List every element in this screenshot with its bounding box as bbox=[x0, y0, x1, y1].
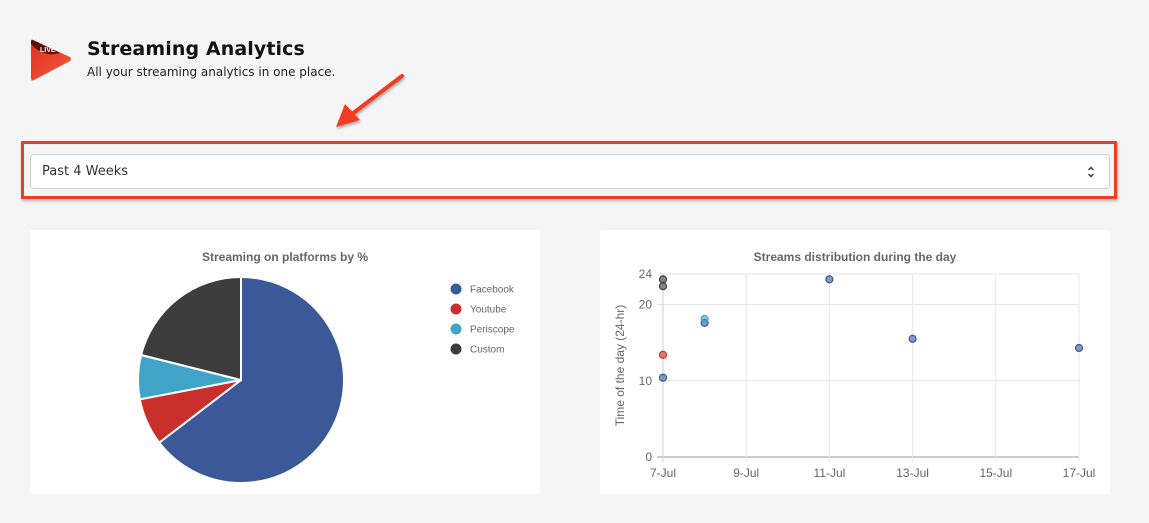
legend-swatch bbox=[450, 303, 462, 315]
x-tick-label: 17-Jul bbox=[1063, 466, 1096, 480]
data-point-youtube[interactable] bbox=[658, 350, 668, 359]
legend-item-facebook[interactable]: Facebook bbox=[450, 283, 515, 296]
legend-swatch bbox=[450, 283, 462, 295]
chevron-up-down-icon bbox=[1088, 166, 1094, 178]
y-tick-label: 0 bbox=[645, 450, 652, 464]
data-point-custom[interactable] bbox=[658, 275, 668, 284]
y-tick-label: 20 bbox=[639, 298, 653, 312]
data-point-facebook[interactable] bbox=[658, 373, 668, 382]
legend-item-periscope[interactable]: Periscope bbox=[450, 323, 515, 336]
page-title: Streaming Analytics bbox=[87, 38, 305, 60]
page-subtitle: All your streaming analytics in one plac… bbox=[87, 65, 336, 79]
streams-scatter-chart: Streams distribution during the day 0 10 2… bbox=[613, 250, 1096, 480]
legend-label: Periscope bbox=[470, 325, 515, 336]
legend-swatch bbox=[450, 343, 462, 355]
data-point-facebook[interactable] bbox=[825, 275, 834, 284]
y-tick-label: 24 bbox=[639, 267, 653, 281]
data-point-periscope[interactable] bbox=[700, 314, 709, 324]
time-range-selected-value: Past 4 Weeks bbox=[42, 164, 129, 179]
time-range-select[interactable]: Past 4 Weeks bbox=[30, 154, 1110, 189]
scatter-y-axis-label: Time of the day (24-hr) bbox=[613, 305, 627, 427]
live-logo-icon: LIVE bbox=[31, 39, 71, 81]
legend-label: Youtube bbox=[470, 305, 507, 316]
legend-label: Custom bbox=[470, 345, 504, 356]
legend-item-custom[interactable]: Custom bbox=[450, 343, 505, 356]
data-point-facebook[interactable] bbox=[908, 334, 917, 343]
logo-badge-text: LIVE bbox=[40, 47, 56, 54]
platforms-pie-card: Streaming on platforms by % Facebook Yout… bbox=[30, 230, 540, 494]
streams-scatter-card: Streams distribution during the day 0 10 2… bbox=[600, 230, 1110, 494]
annotation-arrow-icon bbox=[336, 74, 404, 127]
x-tick-label: 13-Jul bbox=[896, 466, 929, 480]
legend-label: Facebook bbox=[470, 285, 515, 296]
x-tick-label: 9-Jul bbox=[733, 466, 759, 480]
y-tick-label: 10 bbox=[639, 374, 653, 388]
data-point-facebook[interactable] bbox=[1074, 343, 1084, 353]
data-point-custom[interactable] bbox=[658, 282, 668, 291]
scatter-chart-title: Streams distribution during the day bbox=[754, 250, 957, 264]
x-tick-label: 11-Jul bbox=[814, 466, 846, 480]
legend-swatch bbox=[450, 323, 462, 335]
x-tick-label: 15-Jul bbox=[979, 466, 1012, 480]
x-tick-label: 7-Jul bbox=[650, 466, 676, 480]
platforms-pie-chart: Streaming on platforms by % Facebook Yout… bbox=[137, 250, 515, 484]
pie-chart-title: Streaming on platforms by % bbox=[202, 250, 368, 264]
legend-item-youtube[interactable]: Youtube bbox=[450, 303, 507, 316]
